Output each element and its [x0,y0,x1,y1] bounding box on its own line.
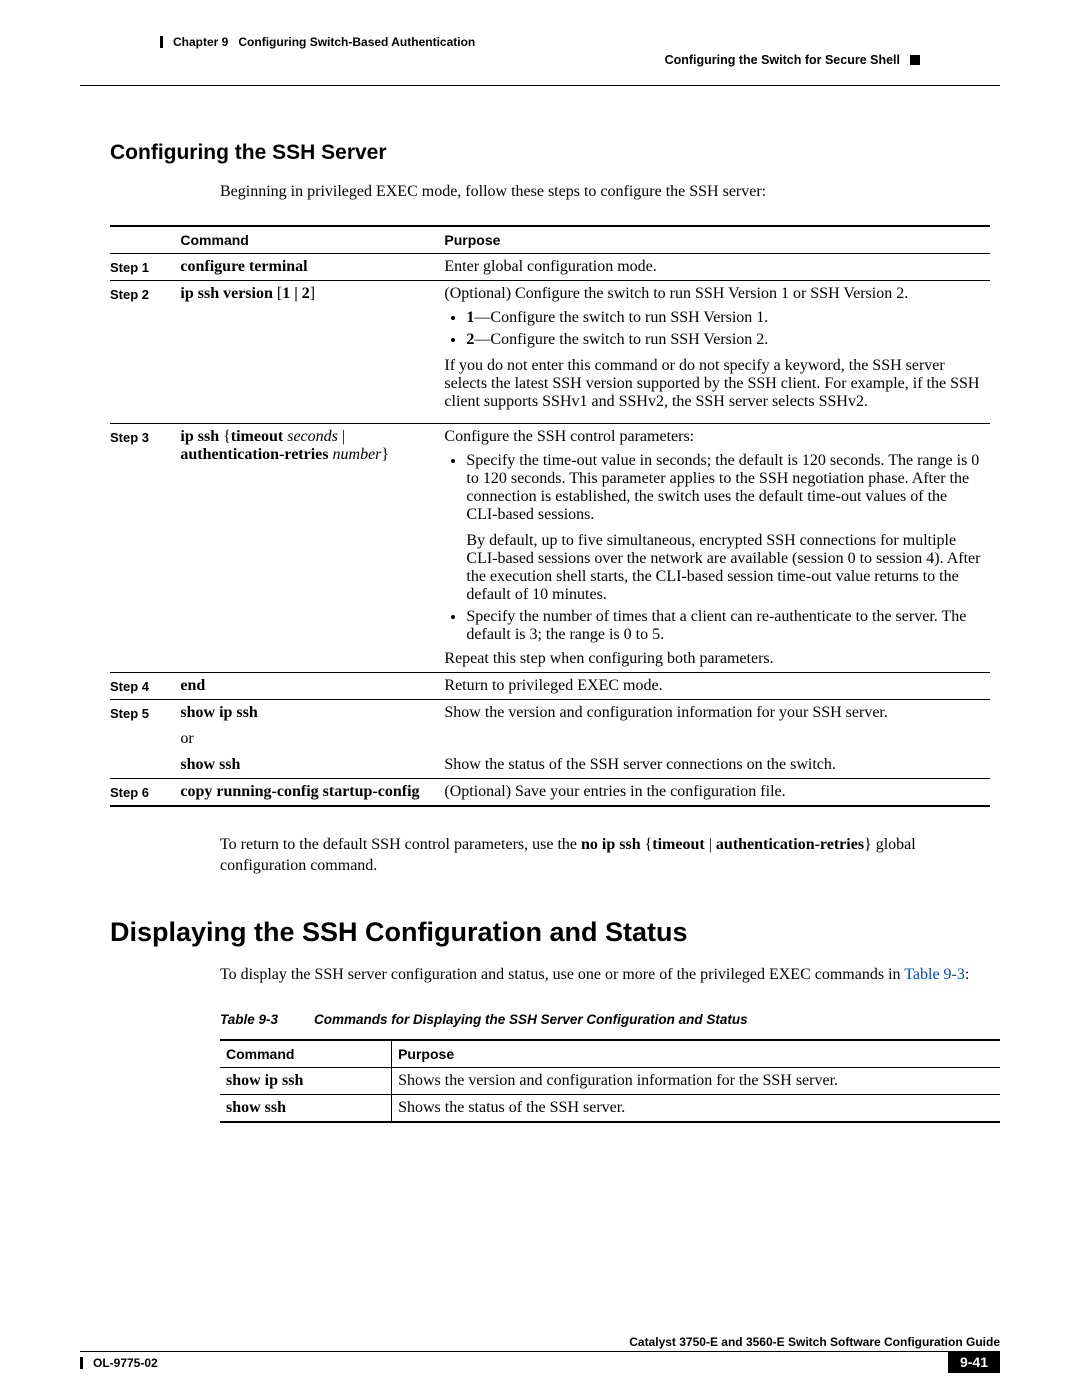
display-commands-table: Command Purpose show ip ssh Shows the ve… [220,1039,1000,1123]
table-row: Step 2 ip ssh version [1 | 2] (Optional)… [110,281,990,424]
purpose-text: Return to privileged EXEC mode. [444,677,662,694]
purpose-text: Show the version and configuration infor… [444,704,887,721]
section-heading-ssh-server: Configuring the SSH Server [110,141,990,165]
col-purpose: Purpose [392,1040,1000,1068]
step-label: Step 5 [110,700,180,727]
table-row: Step 3 ip ssh {timeout seconds | authent… [110,424,990,673]
step-label: Step 3 [110,424,180,673]
step-label: Step 2 [110,281,180,424]
cmd: ip ssh version [180,285,272,302]
chapter-number: Chapter 9 [173,35,228,49]
table-row: Step 6 copy running-config startup-confi… [110,779,990,807]
header-vbar-icon [160,36,163,48]
table-row: show ip ssh Shows the version and config… [220,1067,1000,1094]
table-row: or [110,726,990,752]
cmd: show ssh [180,756,240,773]
list-item: Specify the number of times that a clien… [466,608,982,644]
section-title-right: Configuring the Switch for Secure Shell [665,53,900,67]
cmd: ip ssh [180,428,219,445]
cmd: show ip ssh [180,704,257,721]
post-table-note: To return to the default SSH control par… [110,835,990,877]
cmd: configure terminal [180,258,307,275]
cmd-or: or [180,730,193,747]
running-header-right: Configuring the Switch for Secure Shell [665,53,920,67]
col-command: Command [180,226,444,254]
header-rule [80,85,1000,86]
config-steps-table: Command Purpose Step 1 configure termina… [110,225,990,807]
doc-number: OL-9775-02 [93,1356,158,1370]
purpose-text: Shows the status of the SSH server. [392,1094,1000,1122]
running-header-left: Chapter 9 Configuring Switch-Based Authe… [160,35,475,49]
bracket: ] [310,285,315,302]
cmd: copy running-config startup-config [180,783,419,800]
list-item: 2—Configure the switch to run SSH Versio… [466,331,982,349]
header-square-icon [910,55,920,65]
table-caption: Table 9-3Commands for Displaying the SSH… [110,1012,990,1027]
table-row: Step 5 show ip ssh Show the version and … [110,700,990,727]
col-command: Command [220,1040,392,1068]
table-row: Step 4 end Return to privileged EXEC mod… [110,673,990,700]
purpose-text: Configure the SSH control parameters: [444,428,694,445]
col-purpose: Purpose [444,226,990,254]
manual-title: Catalyst 3750-E and 3560-E Switch Softwa… [80,1335,1000,1349]
section2-intro: To display the SSH server configuration … [110,966,990,984]
page-footer: Catalyst 3750-E and 3560-E Switch Softwa… [80,1335,1000,1373]
cmd-arg: 1 | 2 [282,285,310,302]
purpose-text: Repeat this step when configuring both p… [444,650,773,667]
cmd: show ssh [220,1094,392,1122]
step-label: Step 1 [110,254,180,281]
table-row: show ssh Shows the status of the SSH ser… [220,1094,1000,1122]
section-heading-display-ssh: Displaying the SSH Configuration and Sta… [110,917,990,948]
section1-intro: Beginning in privileged EXEC mode, follo… [110,183,990,201]
footer-vbar-icon [80,1357,83,1369]
table-row: show ssh Show the status of the SSH serv… [110,752,990,779]
table-row: Step 1 configure terminal Enter global c… [110,254,990,281]
list-item: 1—Configure the switch to run SSH Versio… [466,309,982,327]
purpose-text: Show the status of the SSH server connec… [444,756,836,773]
purpose-text: Enter global configuration mode. [444,258,656,275]
list-item: Specify the time-out value in seconds; t… [466,452,982,604]
bracket: [ [273,285,282,302]
page-number: 9-41 [960,1354,988,1370]
chapter-title: Configuring Switch-Based Authentication [238,35,475,49]
purpose-text: (Optional) Save your entries in the conf… [444,783,785,800]
table-reference-link[interactable]: Table 9-3 [904,966,965,983]
purpose-text: Shows the version and configuration info… [392,1067,1000,1094]
step-label: Step 4 [110,673,180,700]
purpose-text: If you do not enter this command or do n… [444,357,982,411]
cmd: show ip ssh [220,1067,392,1094]
purpose-text: (Optional) Configure the switch to run S… [444,285,908,302]
cmd: end [180,677,205,694]
step-label: Step 6 [110,779,180,807]
